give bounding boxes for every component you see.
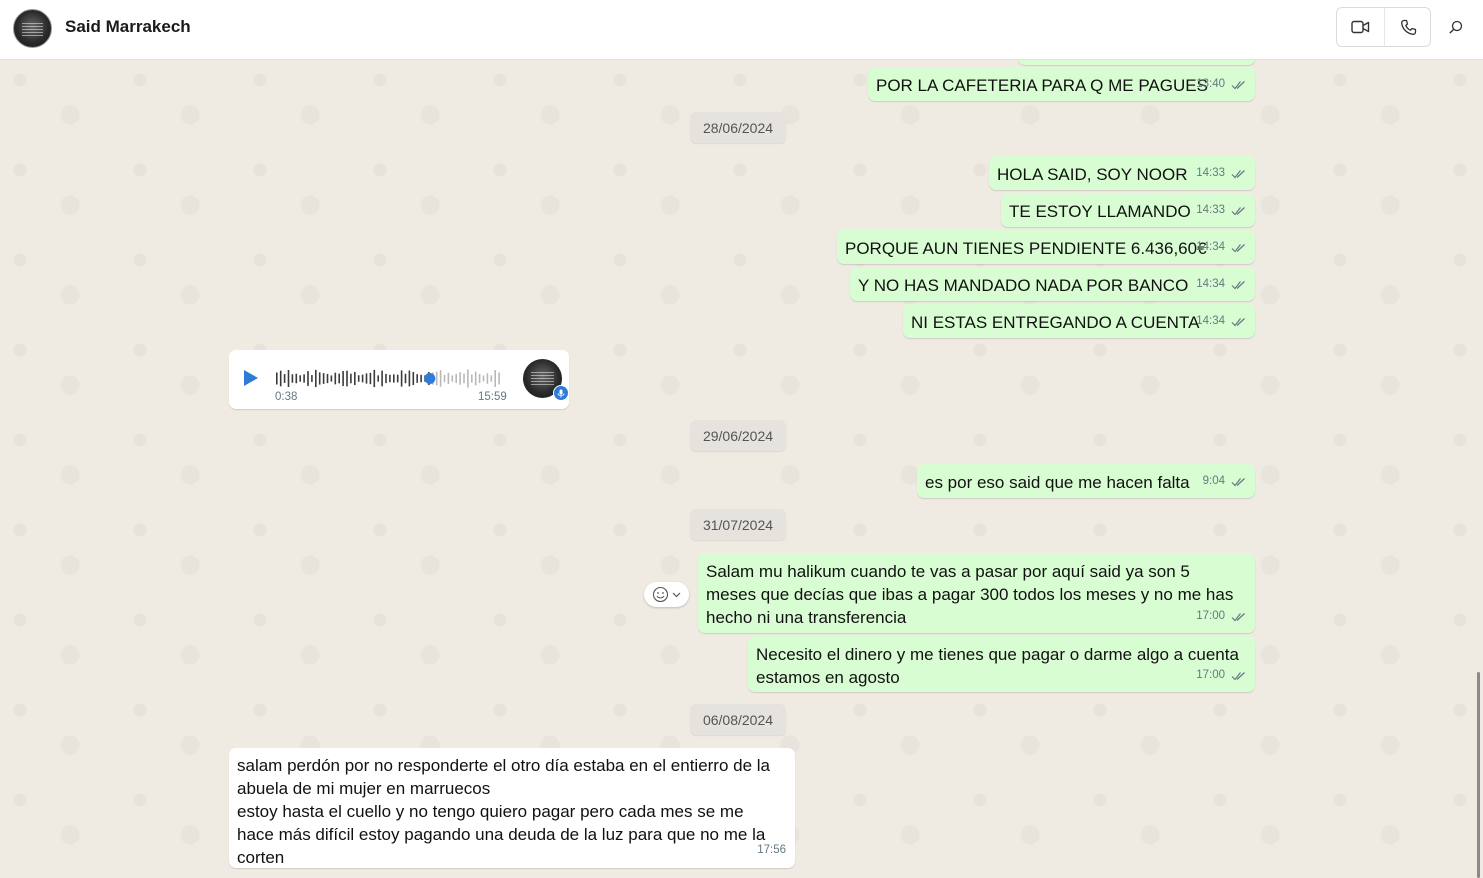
call-buttons [1336, 7, 1431, 47]
message-bubble[interactable]: PORQUE AUN TIENES PENDIENTE 6.436,60€ 14… [837, 230, 1255, 264]
message-bubble[interactable]: POR LA CAFETERIA PARA Q ME PAGUES 13:40 [868, 67, 1255, 101]
date-separator: 31/07/2024 [690, 509, 786, 540]
search-icon [1449, 20, 1463, 34]
message-text: salam perdón por no responderte el otro … [237, 756, 771, 867]
message-bubble-partial[interactable] [1018, 60, 1255, 65]
react-button[interactable] [644, 582, 689, 607]
double-check-icon [1231, 80, 1245, 89]
voice-call-button[interactable] [1384, 8, 1432, 46]
message-text: Y NO HAS MANDADO NADA POR BANCO [858, 276, 1189, 295]
message-text: es por eso said que me hacen falta [925, 473, 1190, 492]
message-bubble[interactable]: Salam mu halikum cuando te vas a pasar p… [698, 553, 1255, 633]
message-time: 13:40 [1196, 78, 1225, 90]
message-bubble[interactable]: HOLA SAID, SOY NOOR 14:33 [989, 156, 1255, 190]
message-time: 17:00 [1196, 610, 1225, 622]
message-bubble[interactable]: Necesito el dinero y me tienes que pagar… [748, 636, 1255, 692]
voice-call-icon [1401, 19, 1417, 35]
double-check-icon [1231, 317, 1245, 326]
message-time: 14:33 [1196, 167, 1225, 179]
search-button[interactable] [1443, 14, 1469, 40]
double-check-icon [1231, 280, 1245, 289]
double-check-icon [1231, 169, 1245, 178]
message-time: 17:00 [1196, 669, 1225, 681]
chevron-down-icon [672, 592, 681, 597]
date-separator: 29/06/2024 [690, 420, 786, 451]
message-time: 17:56 [757, 844, 786, 856]
contact-name[interactable]: Said Marrakech [65, 17, 191, 37]
message-time: 14:34 [1196, 315, 1225, 327]
message-time: 14:34 [1196, 241, 1225, 253]
mic-icon [553, 385, 569, 401]
contact-avatar[interactable] [13, 9, 52, 48]
date-separator: 06/08/2024 [690, 704, 786, 735]
message-text: Salam mu halikum cuando te vas a pasar p… [706, 562, 1234, 627]
double-check-icon [1231, 243, 1245, 252]
playback-scrubber[interactable] [424, 373, 436, 384]
message-text: Necesito el dinero y me tienes que pagar… [756, 645, 1239, 687]
video-call-button[interactable] [1337, 8, 1384, 46]
double-check-icon [1231, 477, 1245, 486]
message-text: PORQUE AUN TIENES PENDIENTE 6.436,60€ [845, 239, 1207, 258]
message-text: POR LA CAFETERIA PARA Q ME PAGUES [876, 76, 1208, 95]
voice-waveform[interactable] [275, 368, 505, 389]
message-time: 14:34 [1196, 278, 1225, 290]
double-check-icon [1231, 671, 1245, 680]
message-bubble[interactable]: salam perdón por no responderte el otro … [229, 748, 795, 868]
message-bubble[interactable]: NI ESTAS ENTREGANDO A CUENTA 14:34 [903, 304, 1255, 338]
message-bubble[interactable]: Y NO HAS MANDADO NADA POR BANCO 14:34 [850, 267, 1255, 301]
message-time: 9:04 [1202, 475, 1225, 487]
video-call-icon [1351, 20, 1370, 34]
voice-duration: 0:38 [275, 391, 298, 403]
double-check-icon [1231, 612, 1245, 621]
date-separator: 28/06/2024 [690, 112, 786, 143]
play-icon[interactable] [239, 367, 261, 389]
message-time: 15:59 [478, 391, 507, 403]
emoji-icon [652, 586, 669, 603]
message-time: 14:33 [1196, 204, 1225, 216]
chat-header: Said Marrakech [0, 0, 1483, 60]
message-bubble[interactable]: TE ESTOY LLAMANDO 14:33 [1001, 193, 1255, 227]
message-list[interactable]: POR LA CAFETERIA PARA Q ME PAGUES 13:40 … [0, 60, 1483, 878]
scrollbar[interactable] [1477, 672, 1480, 878]
message-bubble[interactable]: es por eso said que me hacen falta 9:04 [917, 464, 1255, 498]
double-check-icon [1231, 206, 1245, 215]
